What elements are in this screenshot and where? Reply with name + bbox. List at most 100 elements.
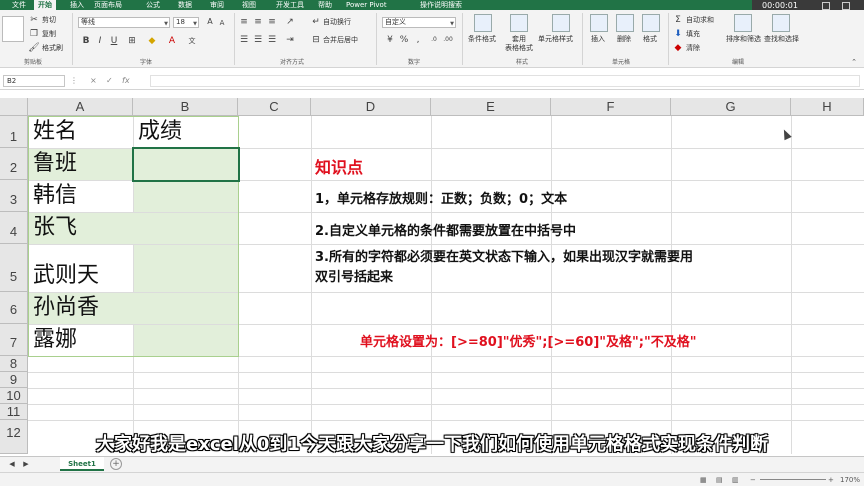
tell-me-search[interactable]: 操作说明搜索 — [420, 0, 462, 10]
format-cells-icon[interactable] — [642, 14, 660, 32]
note-line-3a[interactable]: 3.所有的字符都必须要在英文状态下输入，如果出现汉字就需要用 — [315, 250, 693, 266]
align-right-icon[interactable]: ☰ — [266, 34, 278, 46]
add-sheet-icon[interactable]: + — [110, 458, 122, 470]
sort-filter-icon[interactable] — [734, 14, 752, 32]
align-middle-icon[interactable]: ≡ — [252, 16, 264, 28]
increase-decimal-icon[interactable]: .0 — [428, 34, 440, 46]
tab-help[interactable]: 帮助 — [318, 0, 332, 10]
autosum-button[interactable]: 自动求和 — [686, 16, 714, 25]
row-header-7[interactable]: 7 — [0, 324, 28, 356]
row-header-3[interactable]: 3 — [0, 180, 28, 212]
align-bottom-icon[interactable]: ≡ — [266, 16, 278, 28]
row-header-2[interactable]: 2 — [0, 148, 28, 180]
conditional-format-button[interactable]: 条件格式 — [468, 35, 496, 44]
phonetic-icon[interactable]: 文 — [186, 35, 198, 47]
tab-developer[interactable]: 开发工具 — [276, 0, 304, 10]
indent-icon[interactable]: ⇥ — [284, 34, 296, 46]
sort-filter-button[interactable]: 排序和筛选 — [726, 35, 761, 44]
increase-font-icon[interactable]: A — [204, 16, 216, 28]
row-header-9[interactable]: 9 — [0, 372, 28, 388]
collapse-ribbon-icon[interactable]: ⌃ — [848, 56, 860, 68]
row-header-11[interactable]: 11 — [0, 404, 28, 420]
view-normal-icon[interactable]: ▦ — [700, 474, 707, 486]
font-size-combo[interactable]: 18 ▼ — [173, 17, 199, 28]
note-line-3b[interactable]: 双引号括起来 — [315, 270, 393, 286]
column-header-a[interactable]: A — [28, 98, 133, 116]
row-header-4[interactable]: 4 — [0, 212, 28, 244]
tab-data[interactable]: 数据 — [178, 0, 192, 10]
cell-b1[interactable]: 成绩 — [138, 118, 182, 146]
clear-button[interactable]: 清除 — [686, 44, 700, 53]
paste-icon[interactable] — [2, 16, 24, 42]
fill-color-icon[interactable]: ◆ — [146, 35, 158, 47]
row-header-5[interactable]: 5 — [0, 244, 28, 292]
format-cells-button[interactable]: 格式 — [643, 35, 657, 44]
column-header-g[interactable]: G — [671, 98, 791, 116]
decrease-decimal-icon[interactable]: .00 — [442, 34, 454, 46]
align-left-icon[interactable]: ☰ — [238, 34, 250, 46]
orientation-icon[interactable]: ↗ — [284, 16, 296, 28]
tab-power-pivot[interactable]: Power Pivot — [346, 0, 387, 10]
column-header-c[interactable]: C — [238, 98, 311, 116]
number-format-combo[interactable]: 自定义 ▼ — [382, 17, 456, 28]
underline-icon[interactable]: U — [108, 35, 120, 47]
align-top-icon[interactable]: ≡ — [238, 16, 250, 28]
note-setting[interactable]: 单元格设置为：[>=80]"优秀";[>=60]"及格";"不及格" — [360, 335, 697, 351]
view-page-layout-icon[interactable]: ▤ — [716, 474, 723, 486]
border-icon[interactable]: ⊞ — [126, 35, 138, 47]
cell-a7[interactable]: 露娜 — [33, 326, 77, 354]
tab-file[interactable]: 文件 — [12, 0, 26, 10]
decrease-font-icon[interactable]: A — [216, 17, 228, 29]
column-header-d[interactable]: D — [311, 98, 431, 116]
tab-view[interactable]: 视图 — [242, 0, 256, 10]
note-line-1[interactable]: 1，单元格存放规则：正数；负数；0；文本 — [315, 192, 567, 208]
cell-styles-icon[interactable] — [552, 14, 570, 32]
row-header-10[interactable]: 10 — [0, 388, 28, 404]
delete-cells-button[interactable]: 删除 — [617, 35, 631, 44]
select-all-corner[interactable] — [0, 98, 28, 116]
find-select-button[interactable]: 查找和选择 — [764, 35, 799, 44]
tab-formulas[interactable]: 公式 — [146, 0, 160, 10]
zoom-out-icon[interactable]: − — [750, 474, 756, 486]
zoom-level[interactable]: 170% — [840, 474, 860, 486]
fx-icon[interactable]: fx — [122, 75, 130, 87]
row-header-1[interactable]: 1 — [0, 116, 28, 148]
restore-icon[interactable] — [822, 2, 830, 10]
comma-icon[interactable]: , — [412, 34, 424, 46]
delete-cells-icon[interactable] — [616, 14, 634, 32]
font-name-combo[interactable]: 等线 ▼ — [78, 17, 170, 28]
enter-icon[interactable]: ✓ — [106, 75, 113, 87]
align-center-icon[interactable]: ☰ — [252, 34, 264, 46]
cell-styles-button[interactable]: 单元格样式 — [538, 35, 573, 44]
tab-page-layout[interactable]: 页面布局 — [94, 0, 122, 10]
bold-icon[interactable]: B — [80, 35, 92, 47]
zoom-slider[interactable] — [760, 479, 826, 480]
format-as-table-icon[interactable] — [510, 14, 528, 32]
cell-a6[interactable]: 孙尚香 — [33, 294, 99, 322]
row-header-6[interactable]: 6 — [0, 292, 28, 324]
column-header-h[interactable]: H — [791, 98, 864, 116]
currency-icon[interactable]: ¥ — [384, 34, 396, 46]
note-title[interactable]: 知识点 — [315, 158, 363, 178]
insert-cells-icon[interactable] — [590, 14, 608, 32]
merge-center-button[interactable]: 合并后居中 — [323, 36, 358, 45]
tab-home[interactable]: 开始 — [34, 0, 56, 10]
cut-button[interactable]: 剪切 — [42, 16, 56, 25]
sheet-tab-sheet1[interactable]: Sheet1 — [60, 457, 104, 471]
cell-a2[interactable]: 鲁班 — [33, 150, 77, 178]
name-box-dropdown-icon[interactable]: ⋮ — [70, 75, 78, 87]
prev-sheet-icon[interactable]: ◀ — [6, 458, 18, 470]
name-box[interactable]: B2 — [3, 75, 65, 87]
copy-button[interactable]: 复制 — [42, 30, 56, 39]
cell-a3[interactable]: 韩信 — [33, 182, 77, 210]
column-header-f[interactable]: F — [551, 98, 671, 116]
percent-icon[interactable]: % — [398, 34, 410, 46]
cell-a4[interactable]: 张飞 — [33, 214, 77, 242]
fill-button[interactable]: 填充 — [686, 30, 700, 39]
italic-icon[interactable]: I — [94, 35, 106, 47]
format-as-table-button[interactable]: 套用 表格格式 — [502, 35, 536, 53]
font-color-icon[interactable]: A — [166, 35, 178, 47]
close-icon[interactable] — [842, 2, 850, 10]
cancel-icon[interactable]: × — [90, 75, 97, 87]
cell-a1[interactable]: 姓名 — [33, 118, 77, 146]
